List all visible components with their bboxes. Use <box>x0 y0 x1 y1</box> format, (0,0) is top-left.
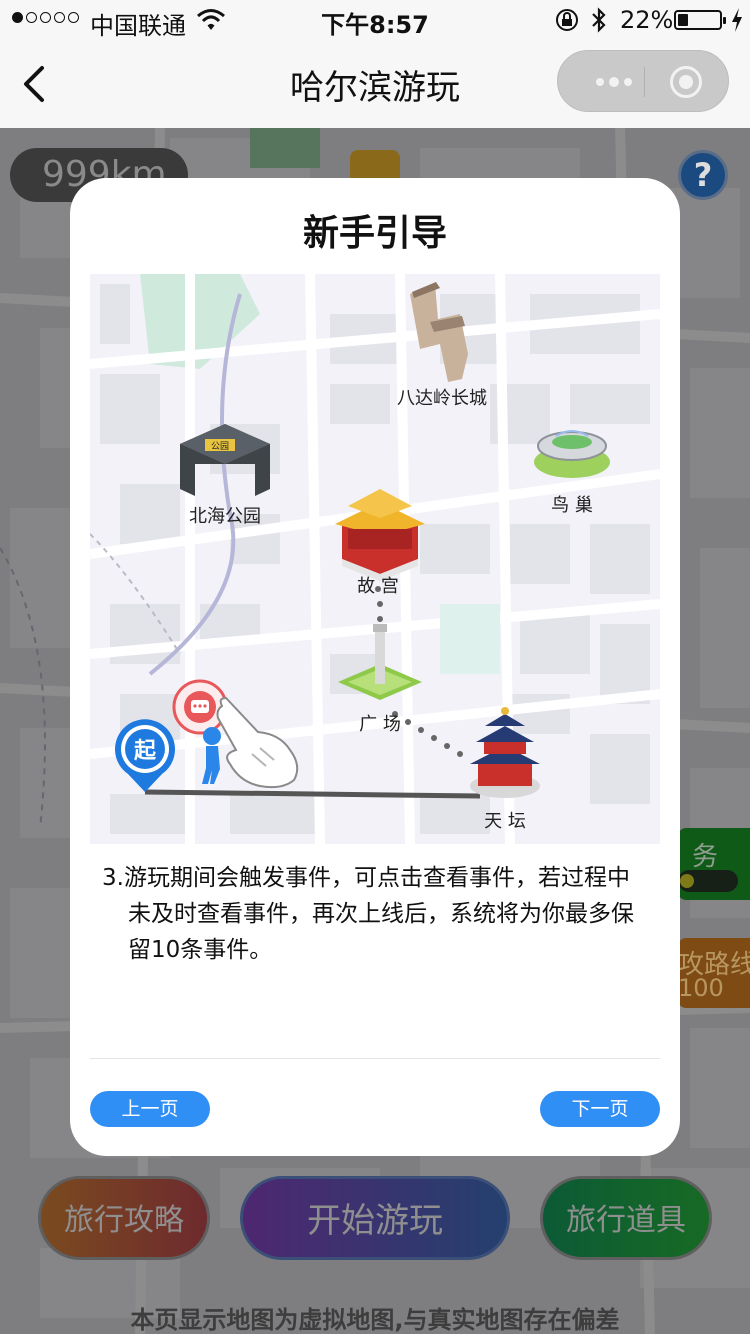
event-bubble-icon[interactable] <box>172 679 228 735</box>
tutorial-modal: 新手引导 八达岭长城 北海公园 鸟 巢 故 宫 广 场 天 坛 起 公园 3.游… <box>70 178 680 1156</box>
travel-guide-button[interactable]: 旅行攻略 <box>38 1176 210 1260</box>
travel-items-button[interactable]: 旅行道具 <box>540 1176 712 1260</box>
route-panel[interactable]: 攻路线 100 <box>678 938 750 1008</box>
label-great-wall: 八达岭长城 <box>397 388 487 409</box>
help-icon[interactable]: ? <box>678 150 728 200</box>
beihai-sign-label: 公园 <box>211 441 229 452</box>
label-square: 广 场 <box>359 714 401 735</box>
tutorial-step-text: 3.游玩期间会触发事件，可点击查看事件，若过程中未及时查看事件，再次上线后，系统… <box>102 865 634 963</box>
bluetooth-icon <box>592 7 606 33</box>
battery-icon <box>674 10 726 30</box>
task-progress <box>678 870 738 892</box>
tutorial-map: 八达岭长城 北海公园 鸟 巢 故 宫 广 场 天 坛 起 公园 <box>90 274 660 844</box>
mini-program-capsule <box>557 50 729 112</box>
task-panel[interactable]: 务 <box>678 828 750 900</box>
label-beihai: 北海公园 <box>189 506 261 527</box>
modal-title: 新手引导 <box>302 213 447 254</box>
prev-page-button[interactable]: 上一页 <box>90 1091 210 1127</box>
label-palace: 故 宫 <box>357 576 399 597</box>
close-target-icon[interactable] <box>670 66 702 98</box>
label-birds-nest: 鸟 巢 <box>551 495 593 516</box>
status-bar: 中国联通 下午8:57 22% <box>0 0 750 40</box>
task-label: 务 <box>692 842 719 872</box>
tutorial-illustration: 八达岭长城 北海公园 鸟 巢 故 宫 广 场 天 坛 起 公园 <box>90 274 660 844</box>
start-pin-label: 起 <box>133 739 157 764</box>
birds-nest-landmark <box>534 430 610 478</box>
map-disclaimer: 本页显示地图为虚拟地图,与真实地图存在偏差 <box>130 1306 620 1334</box>
start-play-button[interactable]: 开始游玩 <box>240 1176 510 1260</box>
next-page-button[interactable]: 下一页 <box>540 1091 660 1127</box>
battery-percent: 22% <box>620 6 674 34</box>
lock-rotation-icon <box>556 9 578 31</box>
capsule-divider <box>644 67 645 97</box>
more-dots-icon[interactable] <box>596 77 632 87</box>
nav-bar: 哈尔滨游玩 <box>0 40 750 128</box>
battery-fill <box>678 14 688 26</box>
label-temple: 天 坛 <box>484 811 526 832</box>
route-count: 100 <box>678 974 724 1002</box>
charging-bolt-icon <box>732 8 742 32</box>
modal-divider <box>90 1058 660 1059</box>
